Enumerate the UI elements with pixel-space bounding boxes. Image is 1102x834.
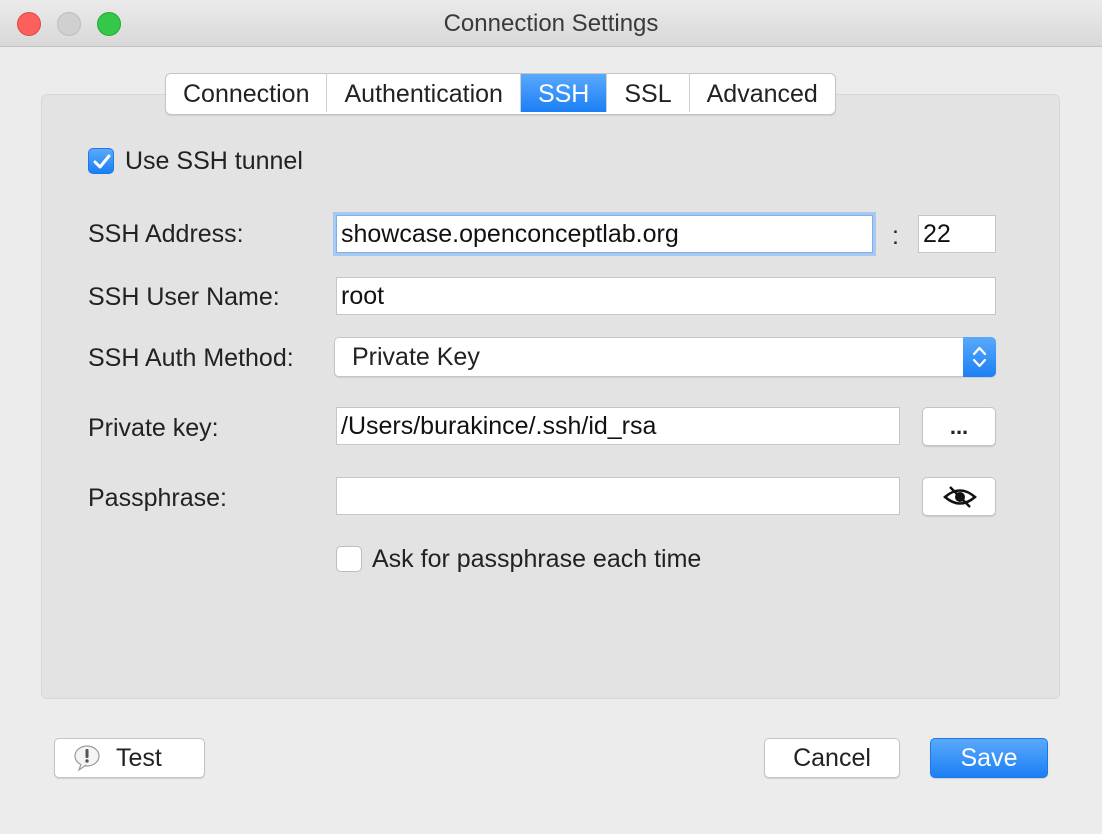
select-stepper-icon bbox=[963, 337, 996, 377]
test-button-label: Test bbox=[116, 744, 162, 772]
passphrase-label: Passphrase: bbox=[88, 484, 227, 512]
tab-ssh[interactable]: SSH bbox=[520, 74, 608, 112]
use-ssh-tunnel-checkbox[interactable] bbox=[88, 148, 114, 174]
tab-authentication[interactable]: Authentication bbox=[327, 74, 521, 112]
save-button[interactable]: Save bbox=[930, 738, 1048, 778]
browse-key-button[interactable]: ... bbox=[922, 407, 996, 446]
checkmark-icon bbox=[93, 154, 111, 169]
ssh-auth-method-select[interactable]: Private Key bbox=[334, 337, 996, 377]
cancel-button[interactable]: Cancel bbox=[764, 738, 900, 778]
ssh-username-label: SSH User Name: bbox=[88, 283, 280, 311]
use-ssh-tunnel-label[interactable]: Use SSH tunnel bbox=[125, 147, 303, 176]
eye-slash-icon bbox=[943, 486, 977, 508]
test-button[interactable]: Test bbox=[54, 738, 205, 778]
ssh-username-input[interactable]: root bbox=[336, 277, 996, 315]
tab-ssl[interactable]: SSL bbox=[607, 74, 690, 112]
ask-passphrase-label[interactable]: Ask for passphrase each time bbox=[372, 545, 701, 574]
private-key-label: Private key: bbox=[88, 414, 219, 442]
reveal-passphrase-button[interactable] bbox=[922, 477, 996, 516]
ssh-settings-panel bbox=[41, 94, 1060, 699]
ssh-port-input[interactable]: 22 bbox=[918, 215, 996, 253]
ssh-auth-method-label: SSH Auth Method: bbox=[88, 344, 294, 372]
ssh-address-label: SSH Address: bbox=[88, 220, 244, 248]
ssh-address-input[interactable]: showcase.openconceptlab.org bbox=[336, 215, 873, 253]
tab-advanced[interactable]: Advanced bbox=[690, 74, 835, 112]
tab-connection[interactable]: Connection bbox=[166, 74, 328, 112]
window-title: Connection Settings bbox=[443, 10, 659, 37]
private-key-input[interactable]: /Users/burakince/.ssh/id_rsa bbox=[336, 407, 900, 445]
ask-passphrase-checkbox[interactable] bbox=[336, 546, 362, 572]
title-bar: Connection Settings bbox=[0, 0, 1102, 47]
port-separator: : bbox=[892, 222, 899, 250]
tab-bar: Connection Authentication SSH SSL Advanc… bbox=[165, 73, 836, 115]
passphrase-input[interactable] bbox=[336, 477, 900, 515]
ssh-auth-method-value: Private Key bbox=[352, 343, 480, 371]
exclamation-bubble-icon bbox=[74, 745, 100, 772]
